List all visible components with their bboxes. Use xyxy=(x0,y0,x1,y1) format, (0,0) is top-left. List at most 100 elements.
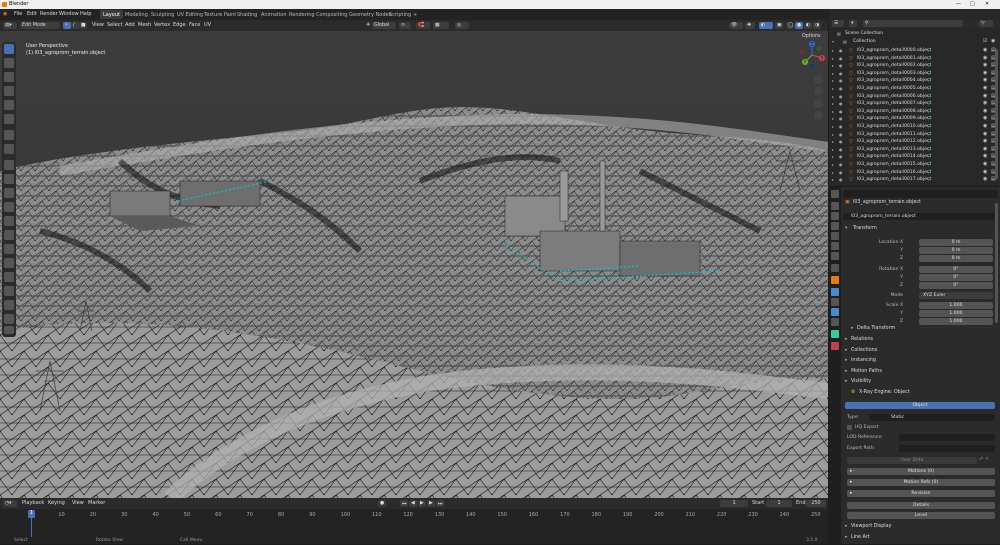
viewport-menu-view[interactable]: View xyxy=(92,22,104,28)
mesh-data-icon[interactable]: ▽ xyxy=(927,154,931,160)
add-cube-tool-icon[interactable] xyxy=(4,160,14,170)
object-name-field[interactable]: l03_agroprom_terrain.object xyxy=(843,213,998,220)
toggle-projection-icon[interactable] xyxy=(814,111,823,120)
mode-selector[interactable]: Edit Mode xyxy=(20,22,60,29)
outliner-item[interactable]: ▸ ● ▽ l03_agroprom_detail0017.object ▽ ◉ ▤ xyxy=(829,176,1000,184)
scale-z-field[interactable]: 1.000 xyxy=(919,318,993,325)
menu-window[interactable]: Window xyxy=(59,11,79,17)
eye-icon[interactable]: ◉ xyxy=(983,146,987,152)
smooth-tool-icon[interactable] xyxy=(4,272,14,282)
viewport-menu-edge[interactable]: Edge xyxy=(173,22,186,28)
eye-icon[interactable]: ◉ xyxy=(983,115,987,121)
mesh-data-icon[interactable]: ▽ xyxy=(927,139,931,145)
mesh-data-icon[interactable]: ▽ xyxy=(927,48,931,54)
eye-icon[interactable]: ◉ xyxy=(983,169,987,175)
eye-icon[interactable]: ◉ xyxy=(983,108,987,114)
terrain-mesh-canvas[interactable] xyxy=(0,31,828,498)
eye-icon[interactable]: ◉ xyxy=(983,70,987,76)
extrude-tool-icon[interactable] xyxy=(4,174,14,184)
collection-camera-icon[interactable]: ◉ xyxy=(991,38,995,44)
shrink-fatten-tool-icon[interactable] xyxy=(4,300,14,310)
instancing-section[interactable]: ▸ Instancing xyxy=(843,358,998,368)
jump-end-icon[interactable]: ⏭ xyxy=(436,500,444,507)
properties-search-icon[interactable] xyxy=(843,190,998,198)
edge-slide-tool-icon[interactable] xyxy=(4,286,14,296)
visibility-icon[interactable]: 👁 xyxy=(729,22,743,29)
tab-compositing[interactable]: Compositing xyxy=(313,10,350,19)
level-button[interactable]: Level xyxy=(847,512,995,519)
render-tab-icon[interactable] xyxy=(831,202,839,210)
item-expand-icon[interactable]: ▸ xyxy=(832,101,834,106)
collection-expand-icon[interactable]: ▾ xyxy=(832,39,834,44)
mesh-data-icon[interactable]: ▽ xyxy=(927,116,931,122)
location-z-field[interactable]: 0 m xyxy=(919,255,993,262)
collection-checkbox-icon[interactable]: ☑ xyxy=(983,38,987,44)
timeline-menu-keying[interactable]: Keying xyxy=(48,500,65,506)
physics-tab-icon[interactable] xyxy=(831,308,839,316)
mesh-data-icon[interactable]: ▽ xyxy=(927,71,931,77)
solid-shading-icon[interactable]: ● xyxy=(795,22,803,29)
outliner-collection[interactable]: ▾ ▤ Collection ☑ ◉ xyxy=(829,38,1000,46)
xray-engine-section[interactable]: ☢ X-Ray Engine: Object xyxy=(843,390,998,400)
mesh-data-icon[interactable]: ▽ xyxy=(927,94,931,100)
tool-tab-icon[interactable] xyxy=(831,190,839,198)
data-tab-icon[interactable] xyxy=(831,330,839,338)
view-layer-tab-icon[interactable] xyxy=(831,222,839,230)
move-tool-icon[interactable] xyxy=(4,72,14,82)
eye-icon[interactable]: ◉ xyxy=(983,85,987,91)
lod-reference-field[interactable] xyxy=(899,434,995,441)
wireframe-shading-icon[interactable]: ◯ xyxy=(786,22,794,29)
outliner-filter-icon[interactable]: ▽ xyxy=(979,20,993,27)
jump-start-icon[interactable]: ⏮ xyxy=(400,500,408,507)
zoom-view-icon[interactable] xyxy=(814,75,823,84)
output-tab-icon[interactable] xyxy=(831,212,839,220)
annotate-tool-icon[interactable] xyxy=(4,130,14,140)
eye-icon[interactable]: ◉ xyxy=(983,176,987,182)
tab-sculpting[interactable]: Sculpting xyxy=(148,10,177,19)
current-frame-field[interactable]: 1 xyxy=(720,500,748,507)
proportional-edit-icon[interactable]: ◎ xyxy=(455,22,469,29)
details-button[interactable]: Details xyxy=(847,502,995,509)
vertex-select-icon[interactable]: • xyxy=(63,22,71,29)
properties-scrollbar[interactable] xyxy=(995,203,998,323)
item-expand-icon[interactable]: ▸ xyxy=(832,56,834,61)
blender-menu-icon[interactable]: ◉ xyxy=(3,11,7,17)
measure-tool-icon[interactable] xyxy=(4,144,14,154)
item-expand-icon[interactable]: ▸ xyxy=(832,63,834,68)
revision-button[interactable]: ▸ Revision xyxy=(847,490,995,497)
item-expand-icon[interactable]: ▸ xyxy=(832,162,834,167)
tab-animation[interactable]: Animation xyxy=(258,10,290,19)
location-x-field[interactable]: 0 m xyxy=(919,239,993,246)
item-expand-icon[interactable]: ▸ xyxy=(832,48,834,53)
location-y-field[interactable]: 0 m xyxy=(919,247,993,254)
poly-build-tool-icon[interactable] xyxy=(4,244,14,254)
motion-paths-section[interactable]: ▸ Motion Paths xyxy=(843,369,998,379)
menu-render[interactable]: Render xyxy=(40,11,58,17)
collection-tab-icon[interactable] xyxy=(831,252,839,260)
eye-icon[interactable]: ◉ xyxy=(983,131,987,137)
item-expand-icon[interactable]: ▸ xyxy=(832,139,834,144)
rotate-tool-icon[interactable] xyxy=(4,86,14,96)
eye-icon[interactable]: ◉ xyxy=(983,47,987,53)
snap-icon[interactable]: 🧲 xyxy=(416,22,430,29)
mesh-data-icon[interactable]: ▽ xyxy=(927,109,931,115)
particles-tab-icon[interactable] xyxy=(831,298,839,306)
bevel-tool-icon[interactable] xyxy=(4,202,14,212)
transform-section-header[interactable]: ▾ Transform xyxy=(843,226,998,236)
motions-button[interactable]: ▸ Motions (0) xyxy=(847,468,995,475)
eye-icon[interactable]: ◉ xyxy=(983,123,987,129)
record-icon[interactable]: ● xyxy=(378,500,386,507)
constraints-tab-icon[interactable] xyxy=(831,318,839,326)
3d-viewport[interactable]: User Perspective (1) l03_agroprom_terrai… xyxy=(0,31,828,498)
pan-view-icon[interactable] xyxy=(814,87,823,96)
item-expand-icon[interactable]: ▸ xyxy=(832,94,834,99)
visibility-section[interactable]: ▸ Visibility xyxy=(843,379,998,389)
mesh-data-icon[interactable]: ▽ xyxy=(927,162,931,168)
camera-view-icon[interactable] xyxy=(814,99,823,108)
xray-object-tab[interactable]: Object xyxy=(845,402,995,409)
eye-icon[interactable]: ◉ xyxy=(983,138,987,144)
rendered-shading-icon[interactable]: ◑ xyxy=(813,22,821,29)
outliner-editor-type-icon[interactable]: ☰ xyxy=(832,20,844,27)
mesh-data-icon[interactable]: ▽ xyxy=(927,177,931,183)
eye-icon[interactable]: ◉ xyxy=(983,93,987,99)
